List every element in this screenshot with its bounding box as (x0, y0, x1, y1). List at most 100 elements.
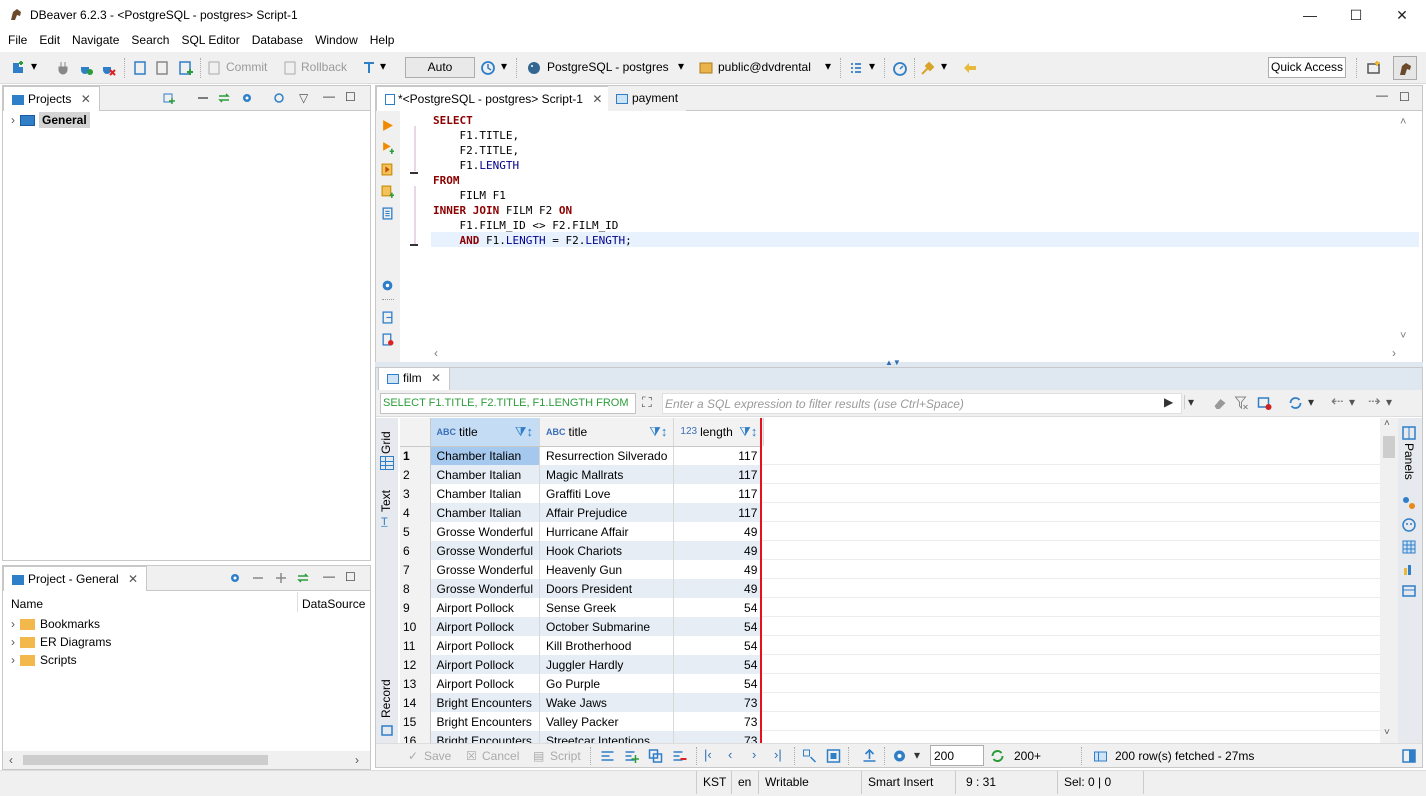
scroll-up-arrow[interactable]: ˄ (1384, 418, 1390, 429)
chevron-down-icon[interactable]: ▾ (31, 59, 37, 73)
record-view-tab[interactable]: Record (379, 679, 393, 718)
save-button[interactable]: Save (424, 749, 451, 763)
menu-database[interactable]: Database (252, 30, 303, 51)
scroll-up-arrow[interactable]: ˄ (1400, 116, 1406, 128)
menu-window[interactable]: Window (315, 30, 358, 51)
filter-settings-icon[interactable] (1257, 396, 1272, 410)
tab-film-results[interactable]: film ✕ (378, 367, 451, 390)
record-mode-icon[interactable] (380, 723, 394, 737)
recent-sql-icon[interactable] (155, 60, 171, 76)
menu-navigate[interactable]: Navigate (72, 30, 119, 51)
execute-new-tab-icon[interactable] (381, 141, 394, 154)
commit-button[interactable]: Commit (226, 60, 267, 74)
sql-line[interactable]: F1.FILM_ID <> F2.FILM_ID (433, 218, 632, 233)
menu-search[interactable]: Search (131, 30, 169, 51)
chevron-down-icon[interactable]: ▾ (380, 59, 386, 73)
maximize-view-button[interactable]: ☐ (1399, 90, 1410, 104)
maximize-view-button[interactable]: ☐ (345, 90, 356, 104)
chevron-down-icon[interactable]: ▾ (941, 59, 947, 73)
menu-sql-editor[interactable]: SQL Editor (181, 30, 239, 51)
export-data-icon[interactable] (862, 749, 877, 763)
close-icon[interactable]: ✕ (81, 92, 91, 106)
expand-icon[interactable] (275, 572, 287, 584)
quick-access-input[interactable]: Quick Access (1268, 57, 1346, 78)
collapse-icon[interactable] (252, 572, 264, 584)
dashboard-icon[interactable] (892, 60, 908, 76)
expand-filter-icon[interactable]: ⛶ (642, 394, 652, 411)
vertical-scrollbar[interactable]: ˄ ˅ (1380, 418, 1398, 743)
script-button[interactable]: Script (550, 749, 581, 763)
refresh-results-icon[interactable] (1288, 396, 1303, 410)
chevron-down-icon[interactable]: ▾ (869, 59, 875, 73)
menu-help[interactable]: Help (370, 30, 395, 51)
last-page-icon[interactable]: ›| (774, 747, 782, 762)
sql-line[interactable]: FROM (433, 173, 632, 188)
tree-item-er-diagrams[interactable]: › ER Diagrams (11, 635, 111, 649)
query-text-field[interactable]: SELECT F1.TITLE, F2.TITLE, F1.LENGTH FRO… (380, 393, 636, 414)
forward-arrow-icon[interactable]: ⇢ (1368, 392, 1381, 410)
chevron-down-icon[interactable]: ▾ (1308, 395, 1314, 409)
sql-line[interactable]: FILM F1 (433, 188, 632, 203)
chevron-down-icon[interactable]: ▾ (914, 748, 920, 762)
chevron-right-icon[interactable]: › (11, 653, 15, 667)
back-navigation-icon[interactable] (962, 60, 978, 76)
fetch-more-button[interactable]: 200+ (1014, 749, 1041, 763)
sql-line[interactable]: F1.TITLE, (433, 128, 632, 143)
chevron-right-icon[interactable]: › (11, 113, 15, 127)
menu-edit[interactable]: Edit (39, 30, 60, 51)
menu-file[interactable]: File (8, 30, 27, 51)
text-view-tab[interactable]: Text (379, 490, 393, 512)
edit-cell-icon[interactable] (600, 749, 615, 763)
scroll-right-arrow[interactable]: › (1392, 346, 1396, 360)
explain-plan-icon[interactable] (381, 207, 394, 220)
new-connection-icon[interactable] (10, 60, 26, 76)
aggregate-icon[interactable] (1402, 518, 1416, 532)
link-editor-icon[interactable] (218, 92, 230, 104)
chevron-right-icon[interactable]: › (11, 635, 15, 649)
copy-row-icon[interactable] (648, 749, 663, 763)
toggle-layout-icon[interactable] (802, 749, 817, 763)
eraser-icon[interactable] (1212, 396, 1227, 410)
delete-row-icon[interactable] (672, 749, 687, 763)
chevron-down-icon[interactable]: ▾ (825, 59, 831, 73)
back-arrow-icon[interactable]: ⇠ (1331, 392, 1344, 410)
filter-input[interactable]: Enter a SQL expression to filter results… (665, 397, 964, 411)
close-icon[interactable]: ✕ (431, 371, 441, 385)
active-schema-selector[interactable]: public@dvdrental (718, 60, 811, 74)
scroll-left-arrow[interactable]: ‹ (9, 753, 13, 767)
sql-line[interactable]: AND F1.LENGTH = F2.LENGTH; (433, 233, 632, 248)
execute-statement-icon[interactable] (381, 119, 394, 132)
refresh-icon[interactable] (273, 92, 285, 104)
panels-toggle-icon[interactable] (1402, 749, 1416, 763)
history-icon[interactable] (480, 60, 496, 76)
active-datasource-selector[interactable]: PostgreSQL - postgres (547, 60, 669, 74)
tab-project-general[interactable]: Project - General ✕ (3, 566, 148, 591)
chevron-right-icon[interactable]: › (11, 617, 15, 631)
text-format-icon[interactable]: T̲ (381, 516, 388, 528)
chevron-down-icon[interactable]: ▾ (1349, 395, 1355, 409)
minimize-view-button[interactable]: — (1376, 88, 1388, 102)
auto-commit-toggle[interactable]: Auto (405, 57, 475, 78)
disconnect-icon[interactable] (100, 60, 116, 76)
chevron-down-icon[interactable]: ▾ (1386, 395, 1392, 409)
fetch-size-input[interactable]: 200 (930, 745, 984, 766)
fetch-next-icon[interactable] (990, 749, 1005, 763)
tab-projects[interactable]: Projects ✕ (3, 86, 100, 111)
close-icon[interactable]: ✕ (592, 92, 602, 106)
chevron-down-icon[interactable]: ▾ (501, 59, 507, 73)
next-page-icon[interactable]: › (752, 747, 756, 762)
gear-icon[interactable] (229, 572, 241, 584)
value-viewer-icon[interactable] (1402, 496, 1416, 510)
previous-page-icon[interactable]: ‹ (728, 747, 732, 762)
tab-script-1[interactable]: *<PostgreSQL - postgres> Script-1 ✕ (376, 86, 612, 111)
scroll-left-arrow[interactable]: ‹ (434, 346, 438, 360)
sql-line[interactable]: F1.LENGTH (433, 158, 632, 173)
minimize-view-button[interactable]: — (323, 89, 335, 103)
apply-filter-button[interactable]: ▶ (1164, 395, 1173, 409)
export-icon[interactable] (381, 311, 394, 324)
add-row-icon[interactable] (624, 749, 639, 763)
scrollbar-thumb[interactable] (1383, 436, 1395, 458)
first-page-icon[interactable]: |‹ (704, 747, 712, 762)
scroll-down-arrow[interactable]: ˅ (1384, 727, 1390, 738)
sql-editor-icon[interactable] (132, 60, 148, 76)
